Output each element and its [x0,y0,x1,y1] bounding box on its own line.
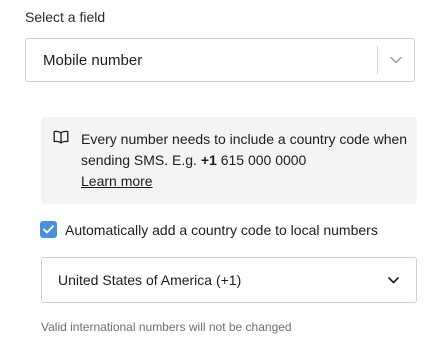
select-field-label: Select a field [25,9,106,25]
info-example-country-code: +1 [200,152,217,168]
auto-country-code-option[interactable]: Automatically add a country code to loca… [40,221,378,238]
book-icon [53,130,69,144]
country-select-value: United States of America (+1) [58,272,242,288]
field-select-dropdown[interactable]: Mobile number [25,38,415,82]
chevron-down-icon [387,276,399,283]
country-select-toggle[interactable] [370,258,416,302]
info-message: Every number needs to include a country … [81,129,411,192]
field-select-value: Mobile number [43,51,143,69]
help-text: Valid international numbers will not be … [41,320,292,334]
info-text-part2: 615 000 0000 [216,152,307,168]
checkmark-icon [43,225,54,234]
country-code-info-box: Every number needs to include a country … [41,117,417,204]
field-select-toggle[interactable] [378,39,414,81]
auto-country-code-label: Automatically add a country code to loca… [65,221,378,238]
learn-more-link[interactable]: Learn more [81,171,153,192]
chevron-down-icon [390,56,402,64]
country-select-dropdown[interactable]: United States of America (+1) [41,257,417,303]
auto-country-code-checkbox[interactable] [40,221,57,238]
sms-field-settings-panel: Select a field Mobile number Every numbe… [0,0,446,349]
